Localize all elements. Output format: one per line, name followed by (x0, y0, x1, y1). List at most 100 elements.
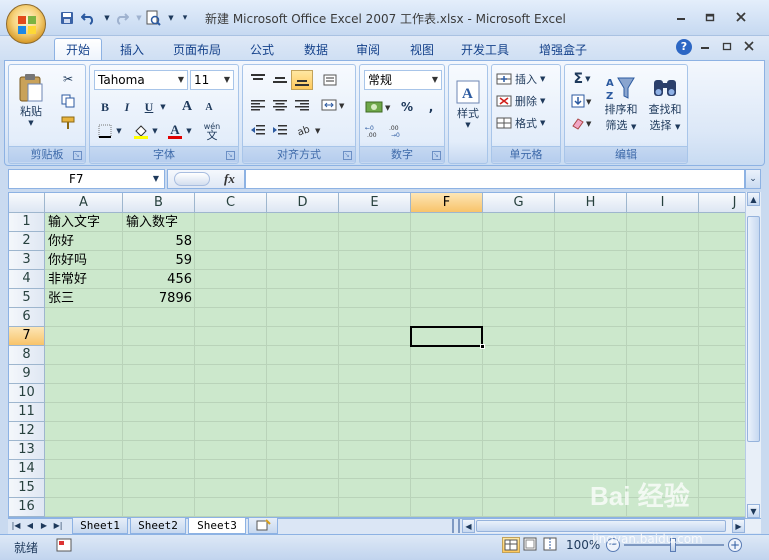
tab-enhance-box[interactable]: 增强盒子 (530, 38, 596, 60)
column-header-c[interactable]: C (195, 193, 267, 213)
column-header-e[interactable]: E (339, 193, 411, 213)
sheet-tab-sheet2[interactable]: Sheet2 (130, 518, 186, 534)
orientation-icon[interactable] (319, 70, 341, 90)
select-all-corner[interactable] (9, 193, 45, 213)
cell-a1[interactable]: 输入文字 (45, 213, 123, 232)
underline-button[interactable]: U (138, 97, 160, 117)
last-sheet-icon[interactable]: ▶| (52, 518, 64, 533)
cell-b3[interactable]: 59 (123, 251, 195, 270)
name-box-dropdown-icon[interactable]: ▼ (150, 172, 162, 186)
sort-filter-button[interactable]: AZ 排序和 筛选 ▼ (601, 67, 641, 141)
cell-b5[interactable]: 7896 (123, 289, 195, 308)
clipboard-launcher-icon[interactable]: ↘ (73, 151, 82, 160)
tab-formulas[interactable]: 公式 (240, 38, 284, 60)
border-dropdown-icon[interactable]: ▼ (114, 121, 124, 141)
align-top-icon[interactable] (247, 70, 269, 90)
border-icon[interactable] (94, 121, 116, 141)
save-icon[interactable] (58, 9, 76, 27)
column-header-a[interactable]: A (45, 193, 123, 213)
italic-button[interactable]: I (116, 97, 138, 117)
normal-view-icon[interactable] (502, 537, 520, 553)
tab-review[interactable]: 审阅 (346, 38, 390, 60)
column-header-d[interactable]: D (267, 193, 339, 213)
cell-b4[interactable]: 456 (123, 270, 195, 289)
font-color-button[interactable]: A (164, 121, 186, 141)
row-header-12[interactable]: 12 (9, 422, 45, 441)
font-name-combo[interactable]: Tahoma ▼ (94, 70, 188, 90)
horizontal-scroll-thumb[interactable] (476, 520, 726, 532)
align-bottom-icon[interactable] (291, 70, 313, 90)
cut-icon[interactable]: ✂ (57, 69, 79, 89)
print-preview-icon[interactable] (144, 9, 162, 27)
autosum-button[interactable]: Σ ▼ (569, 69, 595, 89)
cell-a3[interactable]: 你好吗 (45, 251, 123, 270)
decrease-indent-icon[interactable] (247, 120, 269, 140)
find-select-button[interactable]: 查找和 选择 ▼ (645, 67, 685, 141)
row-header-9[interactable]: 9 (9, 365, 45, 384)
orientation-text-icon[interactable]: ab ▼ (295, 120, 325, 140)
scroll-up-icon[interactable]: ▲ (747, 192, 760, 206)
customize-qat-icon[interactable]: ▾ (176, 9, 194, 27)
formula-input[interactable] (245, 169, 745, 189)
zoom-in-icon[interactable]: + (728, 538, 742, 552)
number-format-combo[interactable]: 常规 ▼ (364, 70, 442, 90)
styles-dropdown-icon[interactable]: ▼ (465, 121, 470, 129)
tab-data[interactable]: 数据 (294, 38, 338, 60)
bold-button[interactable]: B (94, 97, 116, 117)
vertical-scroll-thumb[interactable] (747, 216, 760, 442)
sheet-tab-sheet3[interactable]: Sheet3 (188, 518, 246, 534)
increase-decimal-icon[interactable]: ←0.00 (364, 121, 386, 141)
row-header-15[interactable]: 15 (9, 479, 45, 498)
decrease-decimal-icon[interactable]: .00 →0 (388, 121, 410, 141)
font-color-dropdown-icon[interactable]: ▼ (184, 121, 194, 141)
row-header-14[interactable]: 14 (9, 460, 45, 479)
fill-icon[interactable]: ▼ (569, 91, 595, 111)
clear-icon[interactable]: ▼ (569, 113, 595, 133)
column-header-g[interactable]: G (483, 193, 555, 213)
copy-icon[interactable] (57, 91, 79, 111)
cell-b2[interactable]: 58 (123, 232, 195, 251)
tab-page-layout[interactable]: 页面布局 (166, 38, 228, 60)
row-header-6[interactable]: 6 (9, 308, 45, 327)
number-format-dropdown-icon[interactable]: ▼ (429, 71, 441, 89)
delete-cells-button[interactable]: 删除 ▼ (496, 91, 545, 111)
help-icon[interactable]: ? (676, 39, 692, 55)
accounting-format-icon[interactable]: ▼ (364, 97, 394, 117)
ribbon-minimize-icon[interactable] (700, 40, 714, 54)
shrink-font-button[interactable]: A (198, 97, 220, 117)
format-painter-icon[interactable] (57, 113, 79, 133)
merge-center-icon[interactable]: ▼ (319, 95, 347, 115)
sheet-tab-sheet1[interactable]: Sheet1 (72, 518, 128, 534)
fill-color-icon[interactable] (130, 121, 152, 141)
align-right-icon[interactable] (291, 95, 313, 115)
worksheet-grid[interactable]: ABCDEFGHIJ 1 2 3 4 5 6 7 8 9 10 11 12 13 14 15 16 输入文字输… (8, 192, 761, 518)
column-header-i[interactable]: I (627, 193, 699, 213)
cell-b1[interactable]: 输入数字 (123, 213, 195, 232)
scroll-right-icon[interactable]: ▶ (732, 519, 745, 533)
paste-button[interactable]: 粘贴 ▼ (13, 69, 49, 131)
paste-dropdown-icon[interactable]: ▼ (28, 119, 33, 127)
phonetic-button[interactable]: wén 文 (198, 121, 226, 141)
insert-sheet-icon[interactable] (248, 518, 278, 534)
font-launcher-icon[interactable]: ↘ (226, 151, 235, 160)
tab-developer[interactable]: 开发工具 (454, 38, 516, 60)
percent-button[interactable]: % (396, 97, 418, 117)
insert-function-button[interactable]: fx (224, 171, 235, 187)
prev-sheet-icon[interactable]: ◀ (24, 518, 36, 533)
office-button[interactable] (6, 4, 46, 44)
row-header-5[interactable]: 5 (9, 289, 45, 308)
name-box[interactable]: F7 ▼ (8, 169, 165, 189)
align-center-icon[interactable] (269, 95, 291, 115)
grow-font-button[interactable]: A (176, 97, 198, 117)
scroll-left-icon[interactable]: ◀ (462, 519, 475, 533)
fill-handle[interactable] (480, 344, 485, 349)
row-header-11[interactable]: 11 (9, 403, 45, 422)
row-header-13[interactable]: 13 (9, 441, 45, 460)
font-size-dropdown-icon[interactable]: ▼ (221, 71, 233, 89)
page-break-view-icon[interactable] (542, 537, 560, 553)
underline-dropdown-icon[interactable]: ▼ (158, 97, 168, 117)
maximize-button[interactable] (696, 8, 724, 26)
minimize-button[interactable] (667, 8, 695, 26)
column-header-b[interactable]: B (123, 193, 195, 213)
active-cell-border[interactable] (410, 326, 485, 349)
